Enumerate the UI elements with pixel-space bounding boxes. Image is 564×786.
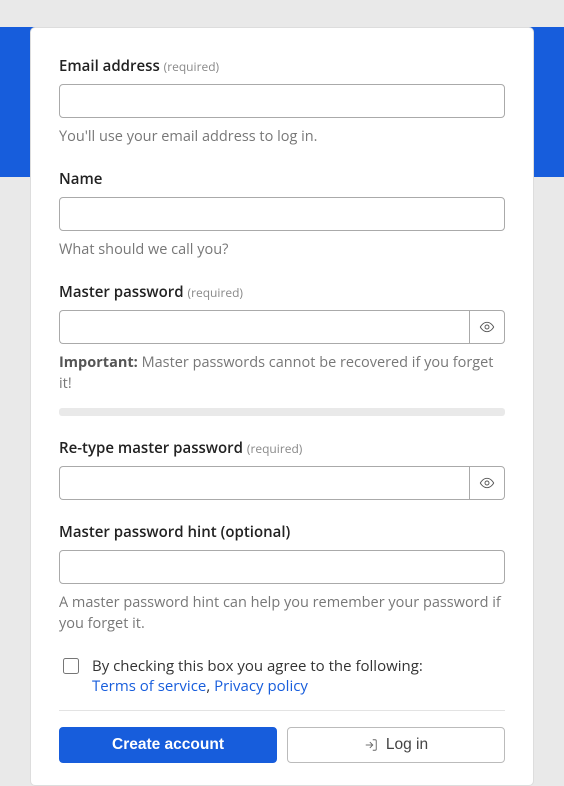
email-label: Email address (required) [59,56,505,76]
login-label: Log in [386,736,428,754]
master-password-input[interactable] [59,310,469,344]
hint-help: A master password hint can help you reme… [59,592,505,634]
retype-required: (required) [247,440,302,457]
master-password-label: Master password (required) [59,282,505,302]
name-input[interactable] [59,197,505,231]
agree-row: By checking this box you agree to the fo… [59,656,505,696]
agree-lead: By checking this box you agree to the fo… [92,656,423,676]
toggle-retype-visibility[interactable] [469,466,505,500]
master-password-required: (required) [188,284,243,301]
master-password-label-text: Master password [59,282,184,302]
hint-field-group: Master password hint (optional) A master… [59,522,505,634]
name-label: Name [59,169,505,189]
login-icon [364,738,378,752]
terms-link[interactable]: Terms of service [92,676,206,696]
email-help: You'll use your email address to log in. [59,126,505,147]
password-strength-meter [59,408,505,416]
separator [59,710,505,711]
master-password-help: Important: Master passwords cannot be re… [59,352,505,394]
master-password-row [59,310,505,344]
master-password-help-prefix: Important: [59,353,138,372]
hint-label: Master password hint (optional) [59,522,505,542]
agree-text: By checking this box you agree to the fo… [92,656,423,696]
login-button[interactable]: Log in [287,727,505,763]
master-password-field-group: Master password (required) Important: Ma… [59,282,505,394]
agree-checkbox[interactable] [63,658,79,674]
email-input[interactable] [59,84,505,118]
retype-field-group: Re-type master password (required) [59,438,505,500]
signup-card: Email address (required) You'll use your… [30,27,534,786]
email-label-text: Email address [59,56,160,76]
agree-separator: , [206,676,214,696]
privacy-link[interactable]: Privacy policy [214,676,308,696]
eye-icon [479,475,495,491]
retype-label: Re-type master password (required) [59,438,505,458]
create-account-label: Create account [112,736,224,754]
email-field-group: Email address (required) You'll use your… [59,56,505,147]
name-field-group: Name What should we call you? [59,169,505,260]
hint-input[interactable] [59,550,505,584]
create-account-button[interactable]: Create account [59,727,277,763]
retype-input[interactable] [59,466,469,500]
eye-icon [479,319,495,335]
toggle-master-password-visibility[interactable] [469,310,505,344]
email-required: (required) [164,58,219,75]
button-row: Create account Log in [59,727,505,763]
name-help: What should we call you? [59,239,505,260]
retype-row [59,466,505,500]
retype-label-text: Re-type master password [59,438,243,458]
